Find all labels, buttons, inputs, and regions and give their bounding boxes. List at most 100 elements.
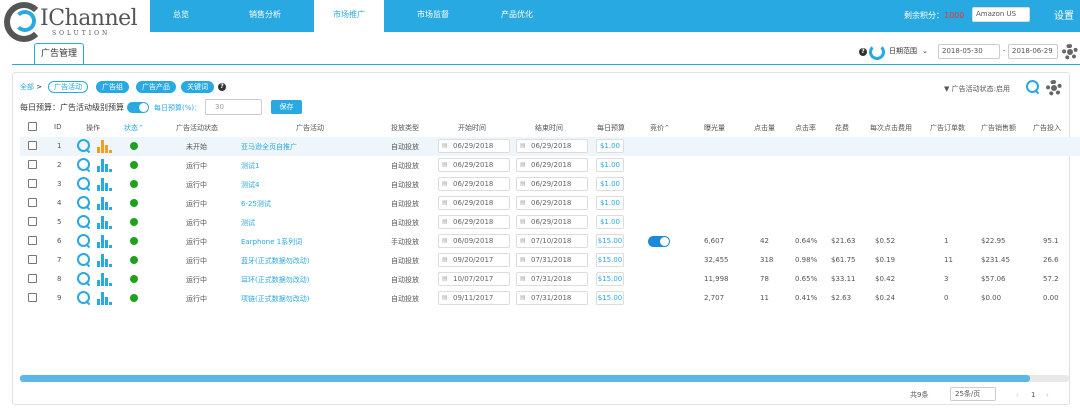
search-icon[interactable] [77,158,91,172]
date-start-input[interactable]: 2018-05-30 [938,44,1000,59]
next-page-button[interactable]: › [1046,388,1049,402]
pill-ad-product[interactable]: 广告产品 [136,81,176,93]
row-daily-budget[interactable]: $15.00 [596,234,624,248]
gear-icon[interactable] [1062,44,1078,60]
search-icon[interactable] [77,177,91,191]
scrollbar-thumb[interactable] [20,375,1030,382]
select-all-checkbox[interactable] [28,122,37,131]
row-start-date[interactable]: 06/29/2018 [438,196,510,210]
nav-sales-analysis[interactable]: 销售分析 [230,0,300,32]
pill-campaign[interactable]: 广告活动 [48,81,88,93]
daily-budget-toggle[interactable] [127,102,149,113]
row-bid-toggle[interactable] [648,236,670,247]
bar-chart-icon[interactable] [96,291,112,305]
table-row[interactable]: 5 运行中 测试 自动投放 06/29/2018 06/29/2018 $1.00 [20,213,1080,232]
row-campaign-name[interactable]: 蓝牙(正式数据勿改动) [241,256,309,266]
refresh-icon[interactable] [869,44,885,60]
row-campaign-name[interactable]: 耳环(正式数据勿改动) [241,275,309,285]
gear-icon[interactable] [1046,80,1062,96]
row-checkbox[interactable] [28,255,37,264]
prev-page-button[interactable]: ‹ [1016,388,1019,402]
row-daily-budget[interactable]: $1.00 [596,139,624,153]
row-checkbox[interactable] [28,198,37,207]
bar-chart-icon[interactable] [96,196,112,210]
row-daily-budget[interactable]: $1.00 [596,177,624,191]
breadcrumb-all[interactable]: 全部 [20,83,34,91]
row-checkbox[interactable] [28,217,37,226]
col-status[interactable]: 状态⌃ [124,123,144,133]
search-icon[interactable] [1026,80,1040,94]
table-row[interactable]: 1 未开始 亚马逊全页自推广 自动投放 06/29/2018 06/29/2018 $1.0… [20,137,1080,156]
search-icon[interactable] [77,291,91,305]
nav-market-monitor[interactable]: 市场监督 [398,0,468,32]
row-checkbox[interactable] [28,293,37,302]
row-end-date[interactable]: 06/29/2018 [516,215,588,229]
row-start-date[interactable]: 09/20/2017 [438,253,510,267]
row-end-date[interactable]: 07/31/2018 [516,291,588,305]
table-row[interactable]: 8 运行中 耳环(正式数据勿改动) 自动投放 10/07/2017 07/31/2018 $… [20,270,1080,289]
row-end-date[interactable]: 07/10/2018 [516,234,588,248]
row-campaign-name[interactable]: Earphone 1系列词 [241,237,302,247]
table-row[interactable]: 9 运行中 项链(正式数据勿改动) 自动投放 09/11/2017 07/31/2018 $… [20,289,1080,308]
row-campaign-name[interactable]: 测试 [241,218,255,228]
page-number[interactable]: 1 [1031,388,1035,402]
row-checkbox[interactable] [28,274,37,283]
row-end-date[interactable]: 06/29/2018 [516,139,588,153]
bar-chart-icon[interactable] [96,215,112,229]
row-end-date[interactable]: 06/29/2018 [516,158,588,172]
table-row[interactable]: 2 运行中 测试1 自动投放 06/29/2018 06/29/2018 $1.00 [20,156,1080,175]
nav-product-optimization[interactable]: 产品优化 [482,0,552,32]
budget-percent-input[interactable]: 30 [205,99,262,115]
row-start-date[interactable]: 06/29/2018 [438,139,510,153]
row-campaign-name[interactable]: 测试1 [241,161,259,171]
nav-overview[interactable]: 总览 [146,0,216,32]
settings-link[interactable]: 设置 [1054,7,1074,22]
row-end-date[interactable]: 06/29/2018 [516,177,588,191]
search-icon[interactable] [77,234,91,248]
row-checkbox[interactable] [28,179,37,188]
row-start-date[interactable]: 09/11/2017 [438,291,510,305]
table-row[interactable]: 3 运行中 测试4 自动投放 06/29/2018 06/29/2018 $1.00 [20,175,1080,194]
table-row[interactable]: 4 运行中 6-25测试 自动投放 06/29/2018 06/29/2018 $1.00 [20,194,1080,213]
row-checkbox[interactable] [28,236,37,245]
table-row[interactable]: 6 运行中 Earphone 1系列词 手动投放 06/09/2018 07/10/201… [20,232,1080,251]
row-end-date[interactable]: 06/29/2018 [516,196,588,210]
bar-chart-icon[interactable] [96,177,112,191]
pill-keyword[interactable]: 关键词 [181,81,214,93]
row-daily-budget[interactable]: $1.00 [596,196,624,210]
row-checkbox[interactable] [28,160,37,169]
bar-chart-icon[interactable] [96,139,112,153]
bar-chart-icon[interactable] [96,234,112,248]
table-row[interactable]: 7 运行中 蓝牙(正式数据勿改动) 自动投放 09/20/2017 07/31/2018 $… [20,251,1080,270]
tab-ad-management[interactable]: 广告管理 [34,43,85,64]
search-icon[interactable] [77,253,91,267]
row-start-date[interactable]: 06/29/2018 [438,215,510,229]
bar-chart-icon[interactable] [96,158,112,172]
help-icon[interactable]: ? [218,83,226,91]
bar-chart-icon[interactable] [96,253,112,267]
row-daily-budget[interactable]: $1.00 [596,215,624,229]
bar-chart-icon[interactable] [96,272,112,286]
row-daily-budget[interactable]: $15.00 [596,253,624,267]
row-checkbox[interactable] [28,141,37,150]
campaign-status-filter[interactable]: ▼ 广告活动状态:启用 [944,84,1010,94]
row-end-date[interactable]: 07/31/2018 [516,272,588,286]
row-daily-budget[interactable]: $15.00 [596,272,624,286]
search-icon[interactable] [77,272,91,286]
date-range-label[interactable]: 日期范围 [889,44,917,59]
search-icon[interactable] [77,215,91,229]
save-button[interactable]: 保存 [271,100,302,114]
search-icon[interactable] [77,196,91,210]
row-campaign-name[interactable]: 亚马逊全页自推广 [241,142,297,152]
row-daily-budget[interactable]: $1.00 [596,158,624,172]
nav-marketing[interactable]: 市场推广 [314,0,384,32]
row-campaign-name[interactable]: 6-25测试 [241,199,271,209]
store-select[interactable]: Amazon US [972,7,1030,22]
row-daily-budget[interactable]: $15.00 [596,291,624,305]
row-start-date[interactable]: 06/29/2018 [438,177,510,191]
row-start-date[interactable]: 10/07/2017 [438,272,510,286]
date-end-input[interactable]: 2018-06-29 [1008,44,1058,59]
row-start-date[interactable]: 06/29/2018 [438,158,510,172]
logo[interactable]: IChannel SOLUTION [0,0,150,44]
help-icon[interactable]: ? [859,48,867,56]
